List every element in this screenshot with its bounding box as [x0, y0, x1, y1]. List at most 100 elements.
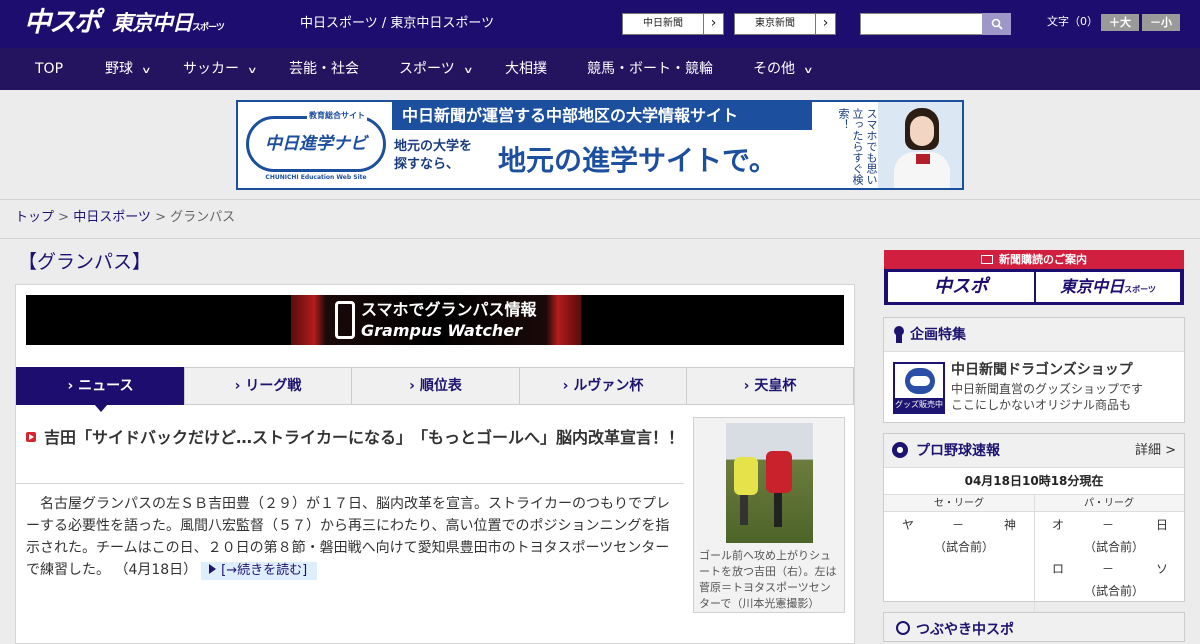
chuspo-logo[interactable]: 中スポ	[24, 6, 101, 40]
feature-box: 企画特集 グッズ販売中 中日新聞ドラゴンズショップ 中日新聞直営のグッズショップ…	[883, 317, 1185, 423]
chevron-down-icon: ∨	[462, 66, 474, 76]
tsubuyaki-title: つぶやき中スポ	[916, 622, 1014, 638]
player-leg-shape	[740, 495, 748, 525]
dragons-shop-icon[interactable]: グッズ販売中	[893, 362, 945, 414]
site-title: 中日スポーツ / 東京中日スポーツ	[300, 16, 495, 31]
breadcrumb-current: グランパス	[170, 210, 236, 225]
subscribe-chuspo-logo[interactable]: 中スポ	[888, 272, 1034, 302]
game-home-team[interactable]: ロ	[1052, 561, 1064, 577]
banner-big-text: 地元の進学サイトで。	[498, 144, 777, 177]
subscribe-header-text: 新聞購読のご案内	[999, 253, 1087, 266]
ad-banner-shingaku-navi[interactable]: 教育総合サイト 中日進学ナビ CHUNICHI Education Web Si…	[236, 100, 964, 190]
shingaku-navi-logo: 教育総合サイト 中日進学ナビ CHUNICHI Education Web Si…	[246, 110, 386, 181]
nav-label: スポーツ	[399, 61, 455, 77]
game-dash: －	[1102, 562, 1115, 576]
banner-left-text: 地元の大学を 探すなら、	[394, 138, 472, 174]
breadcrumb-sep: >	[150, 210, 171, 225]
font-smaller-button[interactable]: －小	[1142, 14, 1180, 31]
main-nav: TOP 野球 ∨ サッカー ∨ 芸能・社会 スポーツ ∨ 大相撲 競馬・ボート・競輪 …	[0, 48, 1200, 90]
chevron-down-icon: ∨	[247, 66, 258, 76]
nav-item-baseball[interactable]: 野球 ∨	[105, 48, 152, 90]
baseball-score-box: ● プロ野球速報 詳細 > 04月18日10時18分現在 セ・リーグ パ・リーグ…	[883, 433, 1185, 614]
chunichi-shimbun-label: 中日新聞	[643, 18, 683, 29]
nav-item-other[interactable]: その他 ∨	[753, 48, 814, 90]
tab-standings[interactable]: › 順位表	[351, 367, 520, 405]
game-away-team[interactable]: 神	[1004, 517, 1016, 533]
chevron-right-icon: ›	[703, 14, 723, 34]
game-status: （試合前）	[934, 540, 995, 554]
nav-label: 芸能・社会	[289, 61, 359, 77]
player-red-shape	[766, 451, 792, 493]
read-more-link[interactable]: [→続きを読む]	[201, 562, 318, 580]
baseball-detail-link[interactable]: 詳細 >	[1135, 442, 1176, 460]
divider	[0, 238, 1200, 239]
tokyo-chunichi-logo[interactable]: 東京中日スポーツ	[112, 8, 225, 43]
article-body-text: 名古屋グランパスの左ＳＢ吉田豊（２９）が１７日、脳内改革を宣言。ストライカーのつ…	[26, 496, 670, 578]
subscribe-tokyo-chunichi-text: 東京中日	[1060, 277, 1125, 296]
tab-league[interactable]: › リーグ戦	[184, 367, 352, 405]
nav-item-sports[interactable]: スポーツ ∨	[399, 48, 474, 90]
tokyo-chunichi-logo-small: スポーツ	[192, 23, 225, 33]
nav-item-keiba[interactable]: 競馬・ボート・競輪	[587, 48, 713, 90]
game-away-team[interactable]: 日	[1156, 517, 1168, 533]
ribbon-circle	[894, 326, 904, 336]
breadcrumb-top-link[interactable]: トップ	[15, 210, 54, 225]
play-icon	[26, 432, 36, 442]
tokyo-chunichi-logo-text: 東京中日	[112, 11, 193, 35]
chevron-down-icon: ∨	[141, 66, 152, 76]
nav-item-sumo[interactable]: 大相撲	[505, 48, 547, 90]
page-title: 【グランパス】	[18, 251, 152, 273]
breadcrumb-sep: >	[54, 210, 74, 225]
tab-emperors-cup[interactable]: › 天皇杯	[686, 367, 854, 405]
banner-headline: 中日新聞が運営する中部地区の大学情報サイト	[392, 102, 812, 130]
game-dash: －	[952, 518, 965, 532]
nav-item-entertainment[interactable]: 芸能・社会	[289, 48, 359, 90]
chevron-right-icon: ›	[815, 14, 835, 34]
breadcrumb: トップ > 中日スポーツ > グランパス	[15, 210, 235, 226]
chevron-down-icon: ∨	[803, 66, 814, 76]
search-button[interactable]	[982, 13, 1011, 35]
nav-item-top[interactable]: TOP	[35, 48, 63, 90]
score-timestamp: 04月18日10時18分現在	[964, 474, 1104, 488]
grampus-watcher-art: スマホでグランパス情報 Grampus Watcher	[291, 295, 581, 345]
league-divider	[1034, 494, 1035, 614]
subscribe-box: 新聞購読のご案内 中スポ 東京中日スポーツ	[884, 250, 1184, 305]
ribbon-icon	[894, 326, 904, 344]
nav-label: 野球	[105, 61, 133, 77]
banner-left-line1: 地元の大学を	[394, 139, 473, 154]
game-home-team[interactable]: ヤ	[902, 517, 914, 533]
chunichi-shimbun-button[interactable]: 中日新聞 ›	[622, 13, 724, 35]
shop-description-line1: 中日新聞直営のグッズショップです	[951, 382, 1144, 396]
breadcrumb-chuspo-link[interactable]: 中日スポーツ	[73, 210, 151, 225]
shop-title[interactable]: 中日新聞ドラゴンズショップ	[951, 361, 1133, 379]
category-tabs: › ニュース › リーグ戦 › 順位表 › ルヴァン杯 › 天皇杯	[16, 367, 854, 412]
nav-item-soccer[interactable]: サッカー ∨	[183, 48, 258, 90]
banner-left-line2: 探すなら、	[394, 157, 460, 172]
game-status: （試合前）	[1084, 584, 1145, 598]
grampus-watcher-banner[interactable]: スマホでグランパス情報 Grampus Watcher	[26, 295, 844, 345]
game-status: （試合前）	[1084, 540, 1145, 554]
game-away-team[interactable]: ソ	[1156, 561, 1168, 577]
smartphone-icon	[335, 301, 355, 339]
subscribe-header[interactable]: 新聞購読のご案内	[884, 250, 1184, 269]
nav-label: TOP	[35, 61, 64, 77]
article-title[interactable]: 吉田「サイドバックだけど…ストライカーになる」 「もっとゴールへ」脳内改革宣言！…	[26, 426, 686, 449]
subscribe-tokyo-chunichi-logo[interactable]: 東京中日スポーツ	[1036, 272, 1180, 302]
tokyo-shimbun-button[interactable]: 東京新聞 ›	[734, 13, 836, 35]
banner-model-photo	[878, 102, 962, 188]
tab-news[interactable]: › ニュース	[16, 367, 185, 412]
player-yellow-shape	[734, 457, 758, 495]
banner-vertical-text: スマホでも思い立ったらすぐ検索！	[837, 108, 878, 185]
search-input[interactable]	[860, 13, 983, 35]
article-title-text: 吉田「サイドバックだけど…ストライカーになる」 「もっとゴールへ」脳内改革宣言！…	[44, 428, 685, 447]
nav-label: 大相撲	[505, 61, 547, 77]
font-larger-button[interactable]: ＋大	[1101, 14, 1139, 31]
nav-label: サッカー	[183, 61, 239, 77]
logo-top-text: 教育総合サイト	[307, 110, 367, 121]
game-home-team[interactable]: オ	[1052, 517, 1064, 533]
tab-levain-cup[interactable]: › ルヴァン杯	[519, 367, 687, 405]
subscribe-tokyo-chunichi-small: スポーツ	[1124, 285, 1156, 294]
goods-sale-label: グッズ販売中	[895, 398, 943, 412]
article-photo[interactable]	[726, 423, 813, 543]
baseball-title: プロ野球速報	[916, 443, 1000, 459]
